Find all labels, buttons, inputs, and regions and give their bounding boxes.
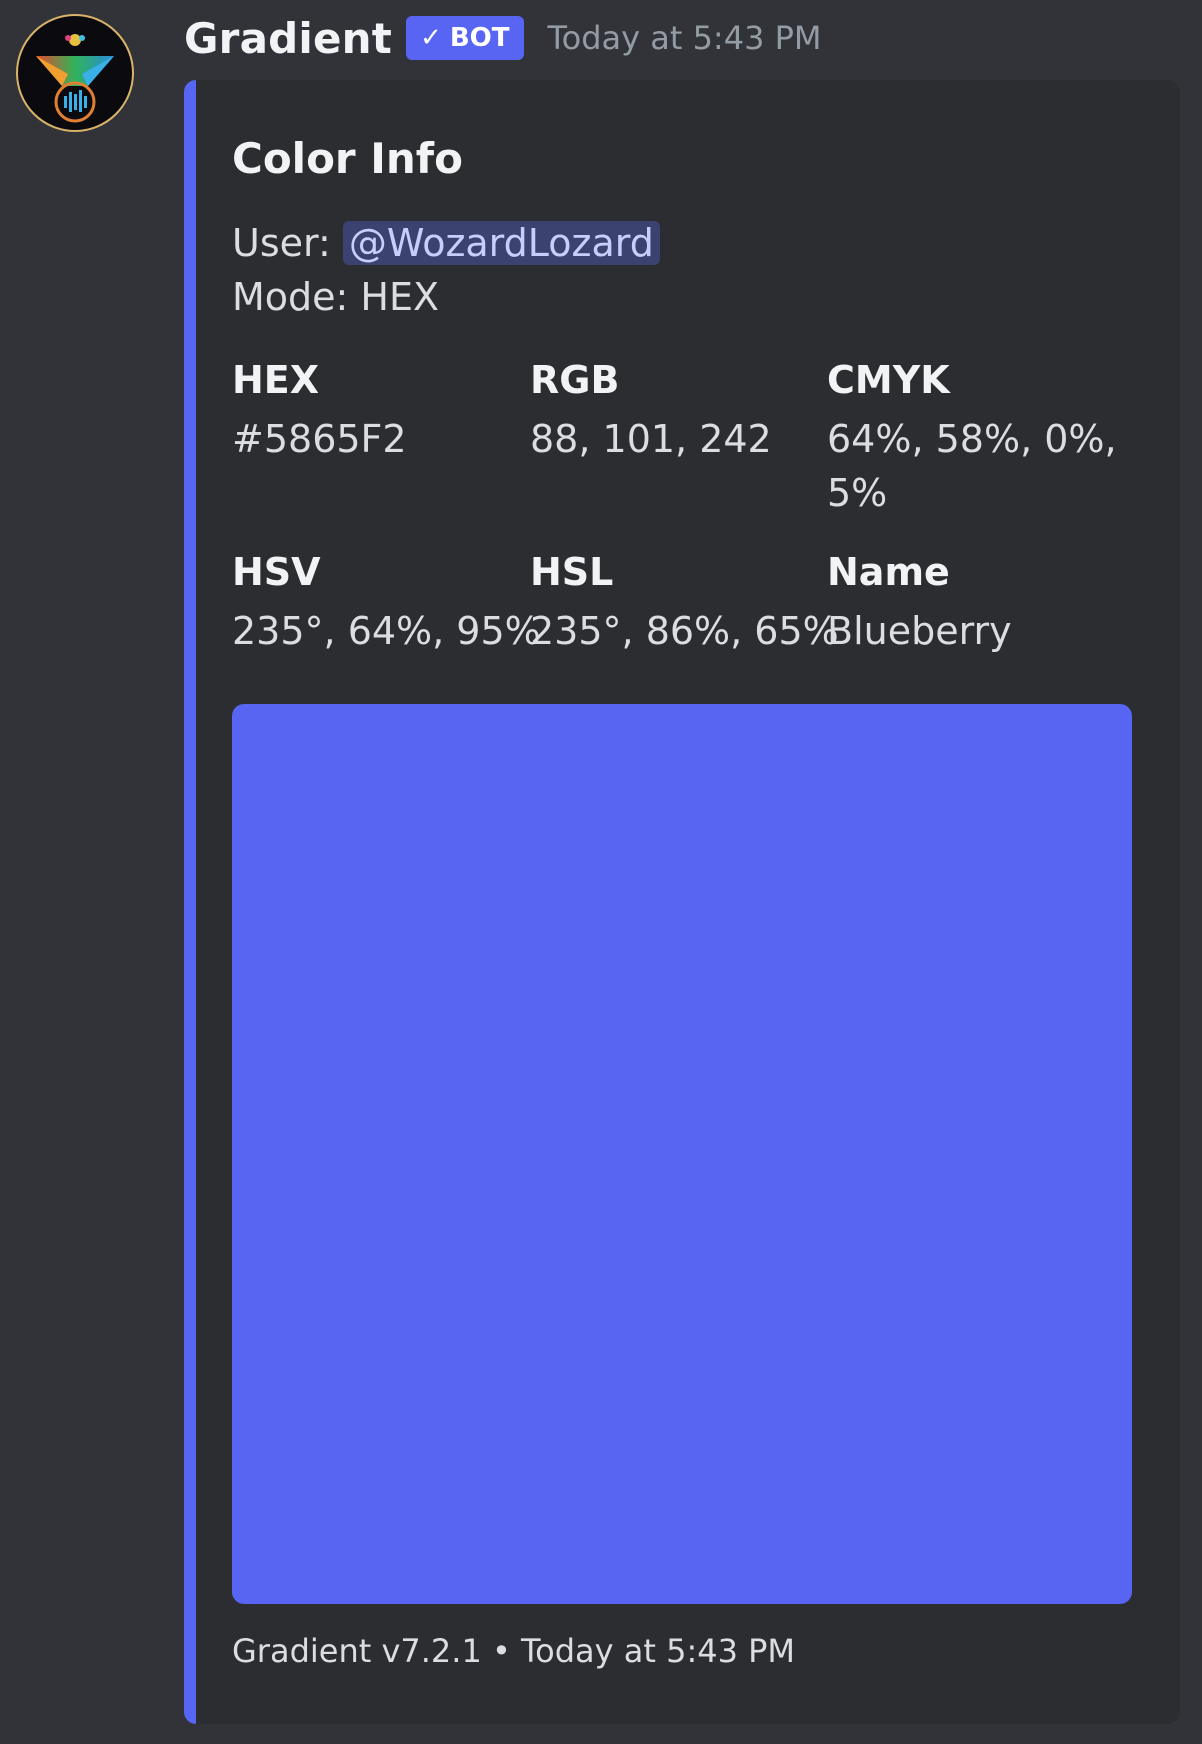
mode-line: Mode: HEX	[232, 275, 440, 319]
user-label: User:	[232, 221, 331, 265]
embed-card: Color Info User: @WozardLozard Mode: HEX…	[184, 80, 1180, 1724]
field-name: HSV	[232, 550, 321, 594]
field-name-color: Name Blueberry	[827, 548, 1107, 658]
message-timestamp[interactable]: Today at 5:43 PM	[548, 19, 822, 57]
field-value: Blueberry	[827, 609, 1012, 653]
author-name[interactable]: Gradient	[184, 14, 392, 63]
field-name: Name	[827, 550, 950, 594]
field-value: 235°, 86%, 65%	[530, 609, 839, 653]
embed-description: User: @WozardLozard Mode: HEX	[232, 216, 660, 324]
gradient-logo-icon	[19, 17, 131, 129]
field-rgb: RGB 88, 101, 242	[530, 356, 810, 466]
field-hsv: HSV 235°, 64%, 95%	[232, 548, 541, 658]
field-hex: HEX #5865F2	[232, 356, 512, 466]
field-value: 64%, 58%, 0%, 5%	[827, 417, 1117, 515]
user-mention[interactable]: @WozardLozard	[342, 221, 660, 265]
embed-footer: Gradient v7.2.1 • Today at 5:43 PM	[232, 1632, 796, 1670]
color-swatch-image[interactable]	[232, 704, 1132, 1604]
field-value: 88, 101, 242	[530, 417, 772, 461]
field-hsl: HSL 235°, 86%, 65%	[530, 548, 839, 658]
checkmark-icon: ✓	[420, 23, 442, 53]
field-name: RGB	[530, 358, 620, 402]
field-name: CMYK	[827, 358, 950, 402]
embed-accent-bar	[184, 80, 196, 1724]
bot-tag: ✓ BOT	[406, 16, 524, 60]
field-value: #5865F2	[232, 417, 407, 461]
field-name: HEX	[232, 358, 320, 402]
bot-avatar[interactable]	[16, 14, 134, 132]
embed-title: Color Info	[232, 134, 463, 183]
message-header: Gradient ✓ BOT Today at 5:43 PM	[184, 10, 822, 66]
bot-tag-label: BOT	[449, 23, 510, 53]
field-name: HSL	[530, 550, 614, 594]
field-cmyk: CMYK 64%, 58%, 0%, 5%	[827, 356, 1117, 520]
field-value: 235°, 64%, 95%	[232, 609, 541, 653]
